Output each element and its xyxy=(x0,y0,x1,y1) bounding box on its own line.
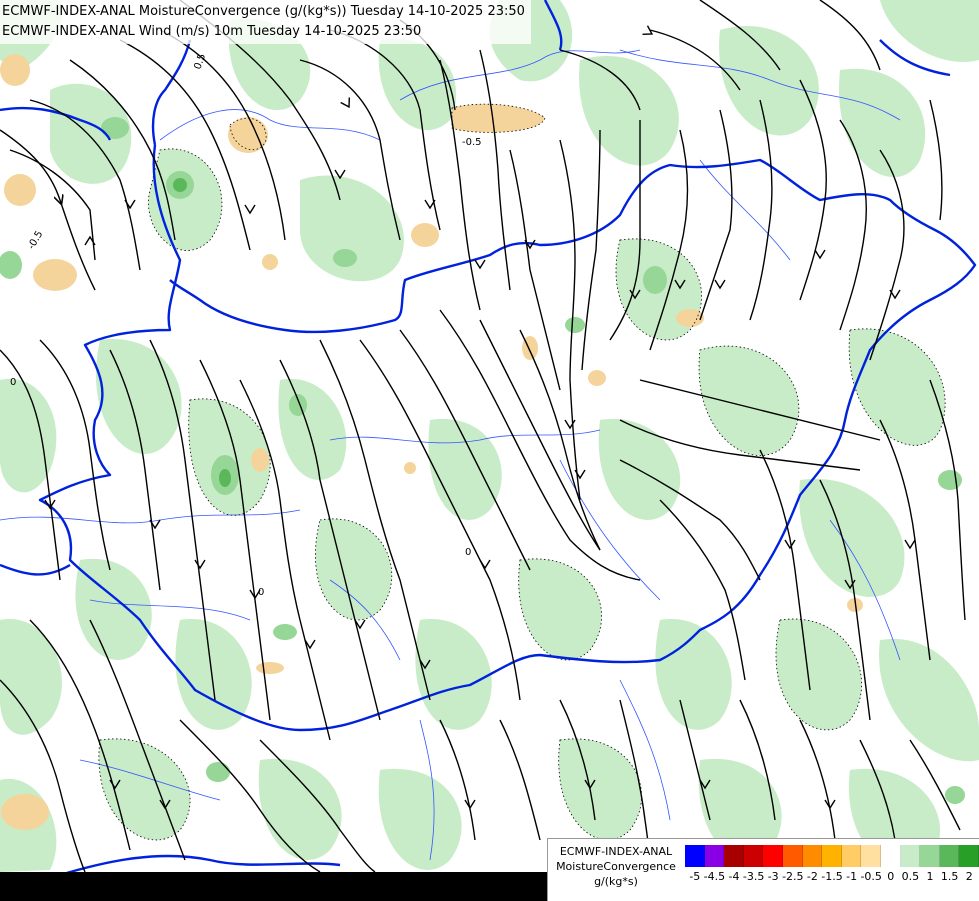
map-canvas[interactable]: -0.5 -0.5 0.5 0 0 0 ECMWF-INDEX-ANAL Moi… xyxy=(0,0,979,900)
legend-unit: g/(kg*s) xyxy=(594,875,638,888)
legend-tick-label: -5 xyxy=(689,870,701,883)
legend-tick-label: -3.5 xyxy=(742,870,765,883)
legend-swatches xyxy=(685,845,979,867)
legend-swatch xyxy=(822,845,842,867)
legend-tick-label: -4.5 xyxy=(703,870,726,883)
legend-tick-label: -2.5 xyxy=(782,870,804,883)
title-wind: ECMWF-INDEX-ANAL Wind (m/s) 10m Tuesday … xyxy=(2,24,422,39)
legend-variable: MoistureConvergence xyxy=(556,860,676,873)
legend-swatch xyxy=(704,845,725,867)
contour-label: 0 xyxy=(10,377,16,388)
legend-swatch xyxy=(880,845,901,867)
legend-tick-label: -2 xyxy=(806,870,818,883)
color-legend: ECMWF-INDEX-ANAL MoistureConvergence g/(… xyxy=(547,838,979,901)
legend-tick-label: -4 xyxy=(728,870,740,883)
legend-swatch xyxy=(920,845,940,867)
legend-tick-label: 1 xyxy=(926,870,934,883)
legend-model: ECMWF-INDEX-ANAL xyxy=(559,845,673,858)
legend-swatch xyxy=(763,845,783,867)
legend-swatch xyxy=(939,845,960,867)
weather-map: -0.5 -0.5 0.5 0 0 0 xyxy=(0,0,979,877)
title-moisture-convergence: ECMWF-INDEX-ANAL MoistureConvergence (g/… xyxy=(2,4,525,19)
legend-swatch xyxy=(802,845,823,867)
legend-swatch xyxy=(743,845,764,867)
legend-tick-label: -0.5 xyxy=(860,870,882,883)
legend-swatch xyxy=(900,845,921,867)
contour-label: 0 xyxy=(258,587,264,598)
legend-tick-label: 0.5 xyxy=(901,870,920,883)
legend-tick-label: -1.5 xyxy=(821,870,843,883)
legend-swatch xyxy=(685,845,705,867)
legend-swatch xyxy=(959,845,979,867)
legend-tick-label: 2 xyxy=(965,870,973,883)
legend-swatch xyxy=(841,845,862,867)
map-title: ECMWF-INDEX-ANAL MoistureConvergence (g/… xyxy=(0,0,531,44)
contour-label: 0.5 xyxy=(192,52,208,71)
legend-swatch xyxy=(782,845,803,867)
legend-swatch xyxy=(724,845,744,867)
contour-label: -0.5 xyxy=(26,229,45,251)
legend-swatch xyxy=(861,845,881,867)
legend-tick-label: -3 xyxy=(767,870,779,883)
legend-tick-label: 0 xyxy=(887,870,895,883)
contour-label: -0.5 xyxy=(462,137,482,148)
contour-label: 0 xyxy=(465,547,471,558)
legend-tick-label: -1 xyxy=(846,870,858,883)
legend-ticks: -5 -4.5 -4 -3.5 -3 -2.5 -2 -1.5 -1 -0.5 0 0.5 1 1.5 2 xyxy=(685,870,979,886)
legend-tick-label: 1.5 xyxy=(940,870,959,883)
legend-title: ECMWF-INDEX-ANAL MoistureConvergence g/(… xyxy=(551,844,681,889)
